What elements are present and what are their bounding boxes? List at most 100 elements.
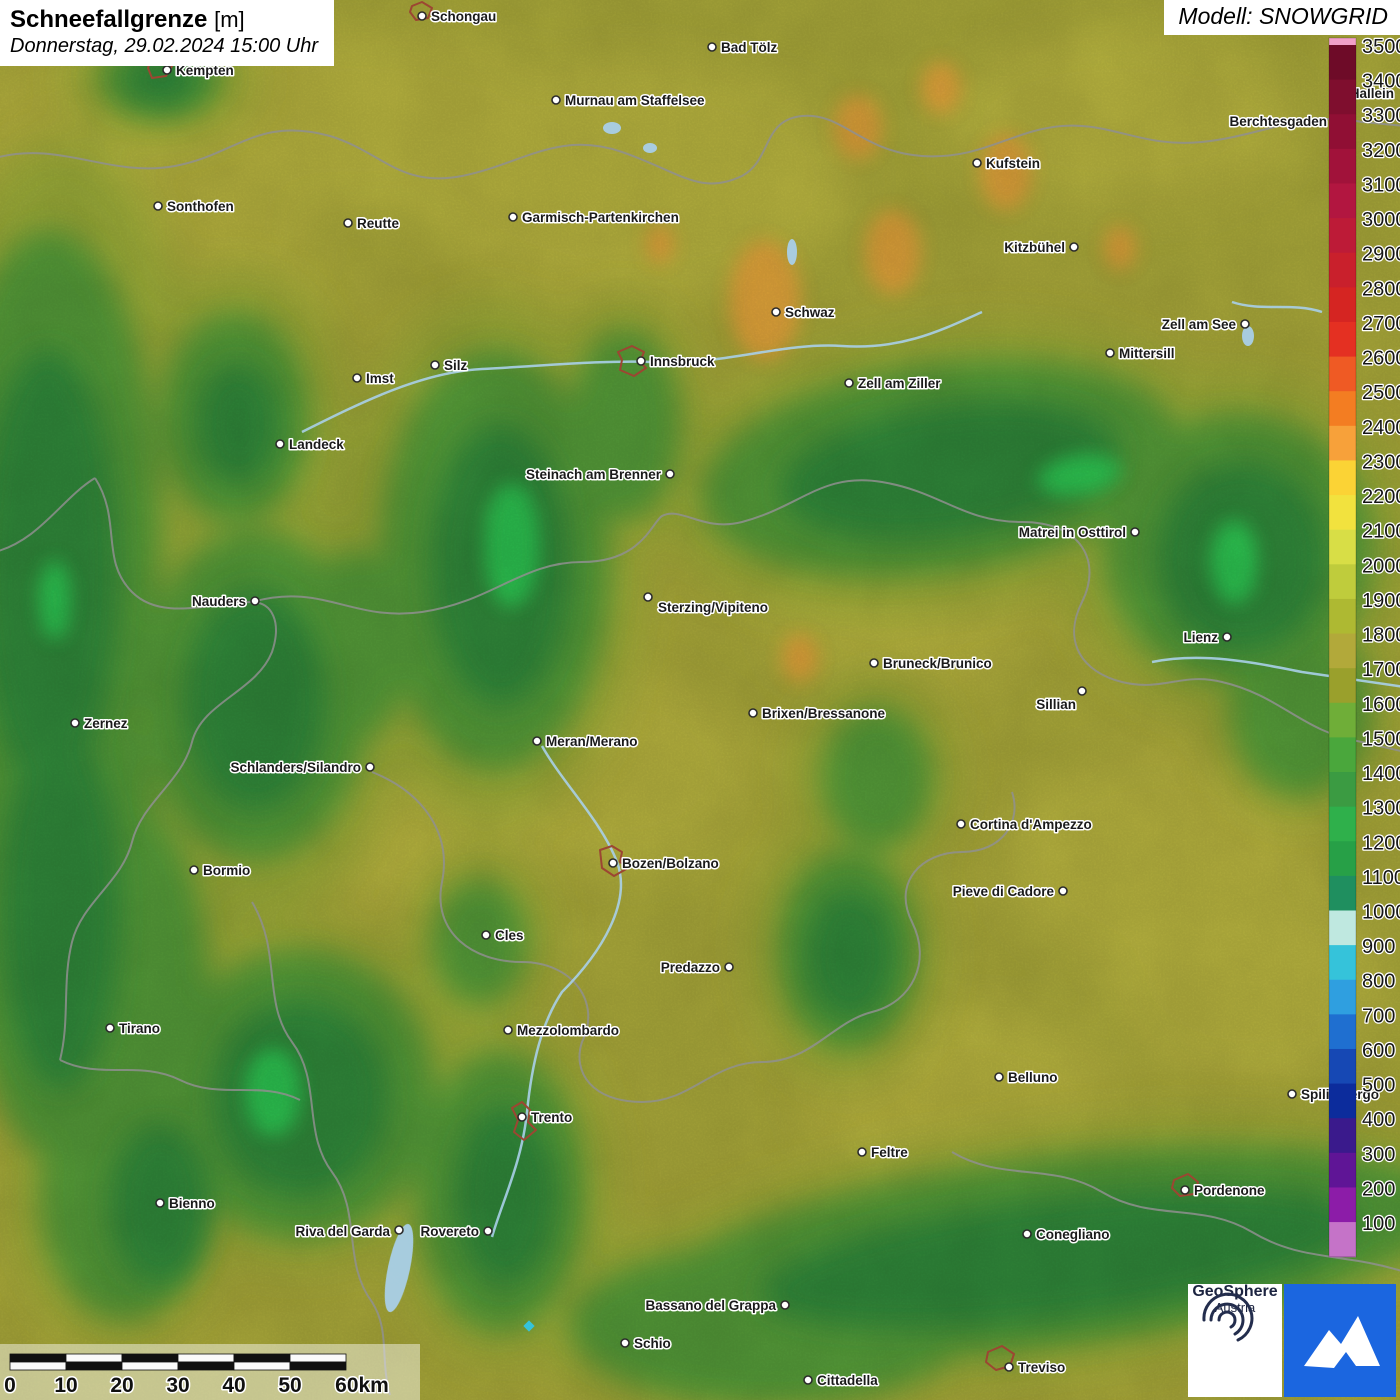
city-label: Imst xyxy=(366,371,394,386)
colorbar-cell xyxy=(1329,807,1356,842)
city-label: Berchtesgaden xyxy=(1229,114,1327,129)
city-marker xyxy=(845,379,853,387)
city-label: Schwaz xyxy=(785,305,835,320)
city-marker xyxy=(870,659,878,667)
city-marker xyxy=(552,96,560,104)
city-marker xyxy=(71,719,79,727)
city-marker xyxy=(644,593,652,601)
colorbar-cell xyxy=(1329,357,1356,392)
colorbar-cell xyxy=(1329,1118,1356,1153)
city-marker xyxy=(509,213,517,221)
colorbar-tick-label: 1000 xyxy=(1362,902,1400,924)
city-label: Mezzolombardo xyxy=(517,1023,619,1038)
colorbar-cell xyxy=(1329,841,1356,876)
city-label: Belluno xyxy=(1008,1070,1058,1085)
city-marker xyxy=(504,1026,512,1034)
city-marker xyxy=(1131,528,1139,536)
city-label: Feltre xyxy=(871,1145,908,1160)
city-label: Steinach am Brenner xyxy=(526,467,662,482)
city-marker xyxy=(163,66,171,74)
city-label: Innsbruck xyxy=(650,354,715,369)
colorbar-cell xyxy=(1329,183,1356,218)
city-marker xyxy=(1241,320,1249,328)
city-marker xyxy=(621,1339,629,1347)
lake xyxy=(1242,326,1254,346)
city-marker xyxy=(957,820,965,828)
city-marker xyxy=(772,308,780,316)
scalebar-label: 30 xyxy=(166,1374,189,1397)
colorbar-cell xyxy=(1329,564,1356,599)
city-label: Landeck xyxy=(289,437,344,452)
city-marker xyxy=(366,763,374,771)
city-label: Kufstein xyxy=(986,156,1040,171)
city-label: Bormio xyxy=(203,863,250,878)
city-marker xyxy=(1181,1186,1189,1194)
partner-logo-icon xyxy=(1284,1284,1396,1397)
city-marker xyxy=(666,470,674,478)
colorbar-tick-label: 800 xyxy=(1362,971,1395,993)
city-label: Rovereto xyxy=(420,1224,479,1239)
city-label: Schongau xyxy=(431,9,496,24)
city-label: Bad Tölz xyxy=(721,40,777,55)
colorbar-tick-label: 1800 xyxy=(1362,625,1400,647)
colorbar-cell xyxy=(1329,45,1356,80)
lake xyxy=(603,122,621,134)
colorbar-cell xyxy=(1329,737,1356,772)
colorbar-tick-label: 400 xyxy=(1362,1109,1395,1131)
city-label: Nauders xyxy=(192,594,246,609)
city-marker xyxy=(431,361,439,369)
city-label: Cortina d'Ampezzo xyxy=(970,817,1092,832)
city-label: Brixen/Bressanone xyxy=(762,706,886,721)
city-label: Tirano xyxy=(119,1021,160,1036)
geosphere-swirl-icon xyxy=(1188,1284,1258,1346)
city-marker xyxy=(1288,1090,1296,1098)
city-marker xyxy=(1078,687,1086,695)
scalebar-segment xyxy=(122,1354,178,1362)
city-label: Schlanders/Silandro xyxy=(230,760,361,775)
city-marker xyxy=(1059,887,1067,895)
colorbar-tick-label: 1500 xyxy=(1362,728,1400,750)
scalebar-segment xyxy=(66,1362,122,1370)
city-marker xyxy=(781,1301,789,1309)
city-label: Silz xyxy=(444,358,468,373)
title-box: Schneefallgrenze [m] Donnerstag, 29.02.2… xyxy=(0,0,334,66)
scalebar-label: 20 xyxy=(110,1374,133,1397)
city-label: Meran/Merano xyxy=(546,734,638,749)
city-label: Cles xyxy=(495,928,524,943)
snowline-weather-map: SchongauBad TölzKemptenMurnau am Staffel… xyxy=(0,0,1400,1400)
city-label: Mittersill xyxy=(1119,346,1175,361)
city-marker xyxy=(344,219,352,227)
map-title: Schneefallgrenze xyxy=(10,6,207,33)
city-marker xyxy=(353,374,361,382)
city-label: Cittadella xyxy=(817,1373,878,1388)
city-label: Bozen/Bolzano xyxy=(622,856,719,871)
colorbar-cell xyxy=(1329,1084,1356,1119)
city-marker xyxy=(725,963,733,971)
colorbar-cell xyxy=(1329,287,1356,322)
scalebar-segment xyxy=(290,1362,346,1370)
city-label: Sillian xyxy=(1036,697,1076,712)
colorbar-tick-label: 3200 xyxy=(1362,140,1400,162)
colorbar-tick-label: 1900 xyxy=(1362,590,1400,612)
city-label: Schio xyxy=(634,1336,671,1351)
city-marker xyxy=(484,1227,492,1235)
city-label: Zell am Ziller xyxy=(858,376,941,391)
lake xyxy=(787,239,797,265)
colorbar-tick-label: 1300 xyxy=(1362,798,1400,820)
colorbar-cell xyxy=(1329,599,1356,634)
city-marker xyxy=(973,159,981,167)
colorbar-cell xyxy=(1329,980,1356,1015)
city-marker xyxy=(518,1113,526,1121)
colorbar-cell xyxy=(1329,1222,1356,1257)
colorbar-tick-label: 1400 xyxy=(1362,763,1400,785)
city-marker xyxy=(1223,633,1231,641)
colorbar-cell xyxy=(1329,911,1356,946)
scalebar-segment xyxy=(66,1354,122,1362)
city-marker xyxy=(418,12,426,20)
map-datetime: Donnerstag, 29.02.2024 15:00 Uhr xyxy=(10,34,318,58)
scalebar-segment xyxy=(178,1354,234,1362)
colorbar-tick-label: 3100 xyxy=(1362,174,1400,196)
scalebar-segment xyxy=(234,1362,290,1370)
colorbar-tick-label: 2500 xyxy=(1362,382,1400,404)
city-label: Pieve di Cadore xyxy=(953,884,1055,899)
